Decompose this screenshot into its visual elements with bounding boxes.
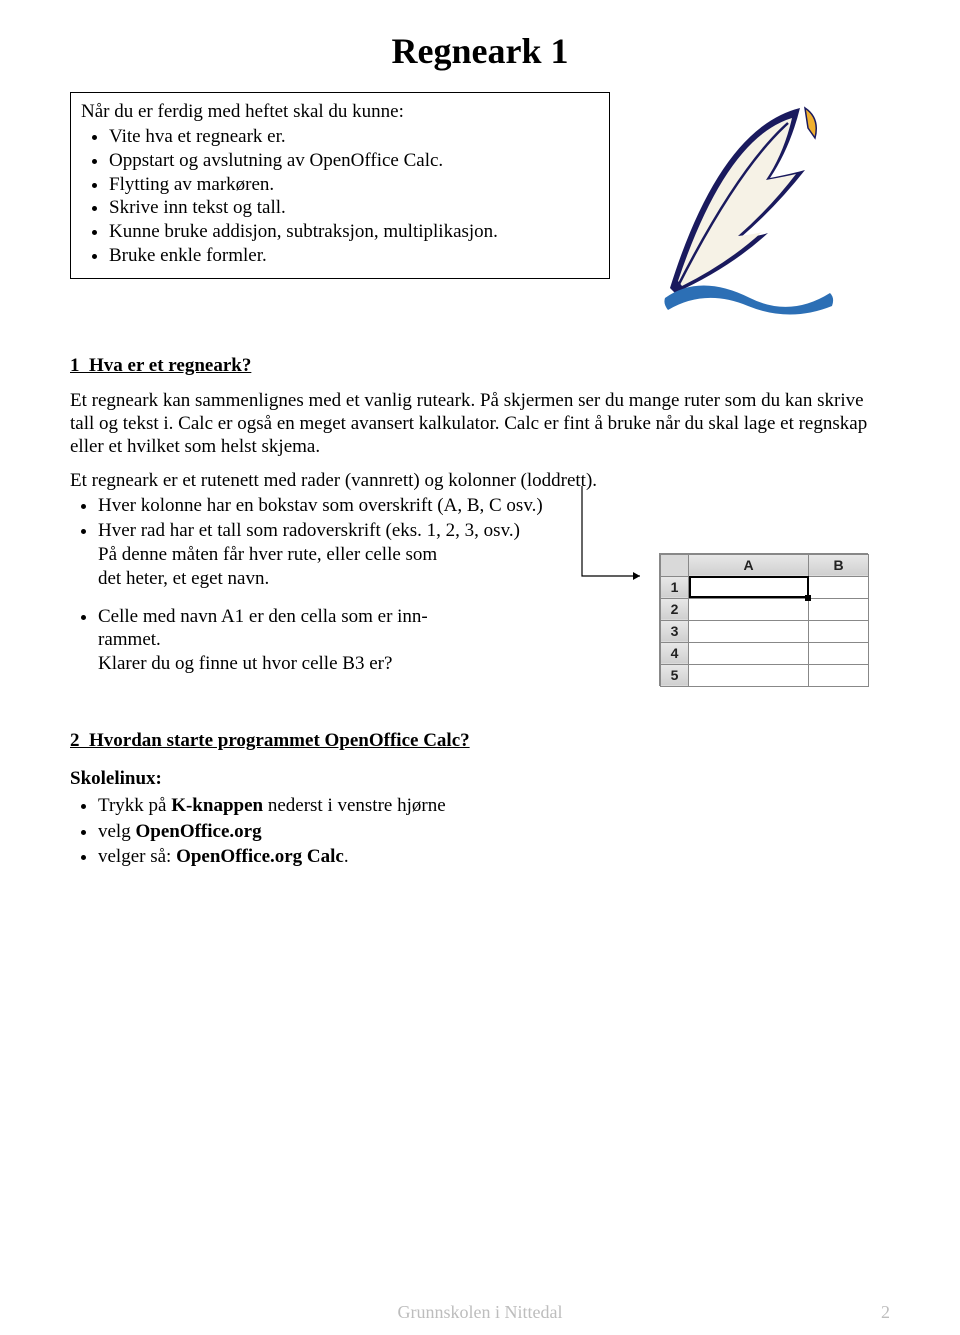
cell	[689, 620, 809, 642]
section-title: Hva er et regneark?	[89, 355, 251, 376]
row-header-2: 2	[661, 598, 689, 620]
row-header-1: 1	[661, 576, 689, 598]
footer-page-number: 2	[850, 1302, 890, 1323]
list-item: Flytting av markøren.	[109, 173, 599, 197]
section2-heading: 2 Hvordan starte programmet OpenOffice C…	[70, 730, 890, 752]
continuation-text: rammet.	[98, 629, 161, 650]
list-item: Celle med navn A1 er den cella som er in…	[98, 605, 610, 676]
footer-center: Grunnskolen i Nittedal	[110, 1302, 850, 1323]
cell	[809, 620, 869, 642]
cell-b1	[809, 576, 869, 598]
section-number: 2	[70, 730, 80, 751]
quill-icon	[660, 98, 840, 323]
row-header-4: 4	[661, 642, 689, 664]
section1-heading: 1 Hva er et regneark?	[70, 355, 890, 377]
section-number: 1	[70, 355, 80, 376]
continuation-text: På denne måten får hver rute, eller cell…	[98, 544, 437, 565]
list-item-text: Hver rad har et tall som radoverskrift (…	[98, 520, 520, 541]
section-title: Hvordan starte programmet OpenOffice Cal…	[89, 730, 470, 751]
paragraph: Et regneark kan sammenlignes med et vanl…	[70, 389, 890, 459]
list-item: Kunne bruke addisjon, subtraksjon, multi…	[109, 220, 599, 244]
row-header-3: 3	[661, 620, 689, 642]
continuation-text: Klarer du og finne ut hvor celle B3 er?	[98, 653, 392, 674]
cell	[689, 642, 809, 664]
list-item: Bruke enkle formler.	[109, 244, 599, 268]
objectives-box: Når du er ferdig med heftet skal du kunn…	[70, 92, 610, 279]
step-bold: OpenOffice.org Calc	[176, 846, 344, 867]
list-item-text: Celle med navn A1 er den cella som er in…	[98, 606, 428, 627]
page-footer: Grunnskolen i Nittedal 2	[0, 1302, 960, 1323]
list-item: Hver kolonne har en bokstav som overskri…	[98, 494, 610, 518]
skolelinux-label: Skolelinux:	[70, 768, 890, 790]
list-item: Vite hva et regneark er.	[109, 125, 599, 149]
list-item: Hver rad har et tall som radoverskrift (…	[98, 519, 610, 590]
step-pre: Trykk på	[98, 795, 171, 816]
column-header-a: A	[689, 554, 809, 576]
column-header-b: B	[809, 554, 869, 576]
paragraph: Et regneark er et rutenett med rader (va…	[70, 469, 890, 492]
step-pre: velg	[98, 821, 135, 842]
list-item: Trykk på K-knappen nederst i venstre hjø…	[98, 794, 890, 818]
row-header-5: 5	[661, 664, 689, 686]
step-bold: OpenOffice.org	[135, 821, 261, 842]
objectives-list: Vite hva et regneark er. Oppstart og avs…	[81, 125, 599, 268]
cell	[689, 664, 809, 686]
spreadsheet-example: A B 1 2 3 4 5	[660, 554, 890, 687]
step-bold: K-knappen	[171, 795, 263, 816]
step-post: .	[344, 846, 349, 867]
step-pre: velger så:	[98, 846, 176, 867]
list-item: Skrive inn tekst og tall.	[109, 196, 599, 220]
cell	[809, 598, 869, 620]
step-post: nederst i venstre hjørne	[263, 795, 446, 816]
list-item: Oppstart og avslutning av OpenOffice Cal…	[109, 149, 599, 173]
cell	[809, 642, 869, 664]
page-title: Regneark 1	[70, 30, 890, 72]
list-item: velger så: OpenOffice.org Calc.	[98, 845, 890, 869]
objectives-heading: Når du er ferdig med heftet skal du kunn…	[81, 101, 599, 123]
cell-a1-selected	[689, 576, 809, 598]
grid-corner	[661, 554, 689, 576]
continuation-text: det heter, et eget navn.	[98, 568, 269, 589]
cell	[809, 664, 869, 686]
cell	[689, 598, 809, 620]
list-item: velg OpenOffice.org	[98, 820, 890, 844]
